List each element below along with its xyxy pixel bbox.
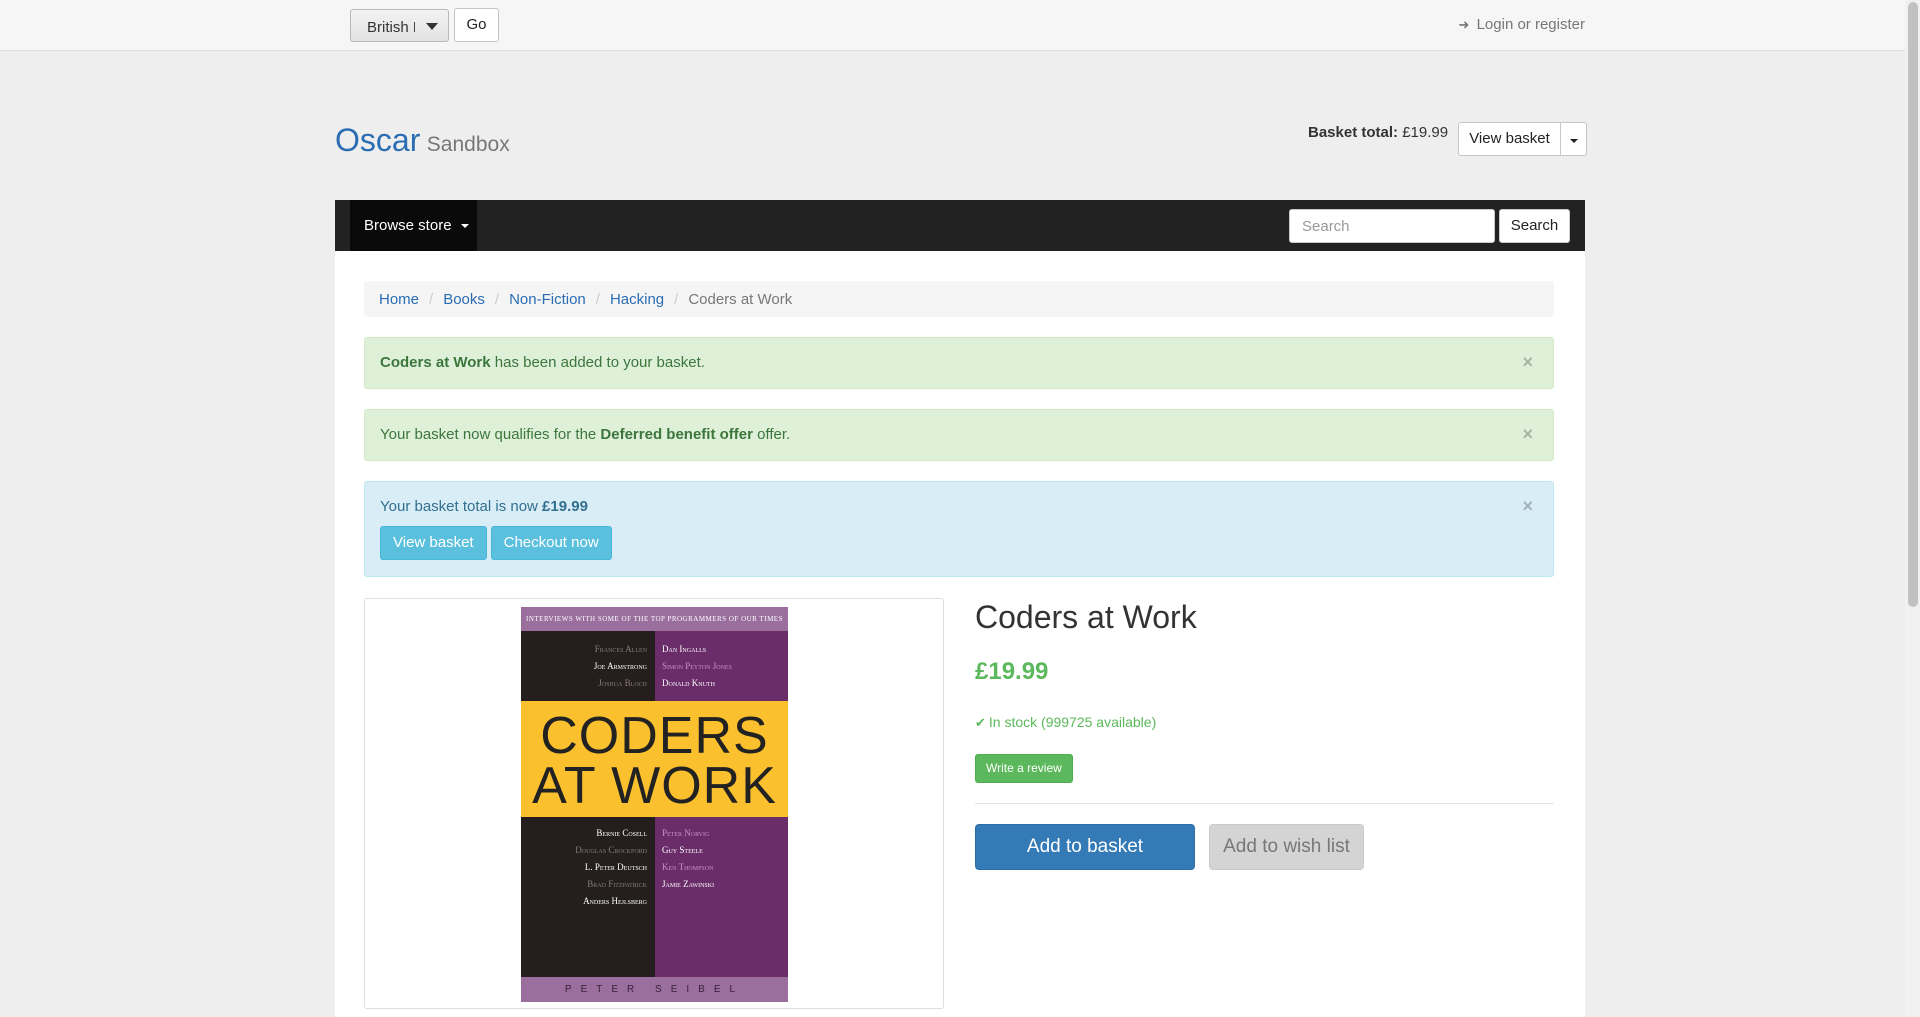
alert-text-pre: Your basket now qualifies for the (380, 426, 601, 443)
breadcrumb: Home / Books / Non-Fiction / Hacking / C… (364, 281, 1554, 317)
cover-name: Bernie Cosell (596, 828, 647, 838)
alert-text: has been added to your basket. (490, 354, 705, 371)
alert-offer: Your basket now qualifies for the Deferr… (364, 409, 1554, 461)
alert-message: Your basket now qualifies for the Deferr… (380, 426, 790, 443)
caret-down-icon (426, 23, 438, 30)
alert-actions: View basket Checkout now (380, 526, 612, 560)
cover-names-bottom-right: Peter Norvig Guy Steele Ken Thompson Jam… (662, 825, 714, 893)
product-price: £19.99 (975, 658, 1049, 685)
language-select-value: British E (367, 19, 415, 36)
alert-basket-total: Your basket total is now £19.99 × View b… (364, 481, 1554, 577)
cover-names-top-left: Frances Allen Joe Armstrong Joshua Bloch (594, 641, 647, 692)
cover-name: Brad Fitzpatrick (587, 879, 647, 889)
product-title: Coders at Work (975, 599, 1197, 635)
alert-total-value: £19.99 (542, 498, 588, 515)
breadcrumb-books[interactable]: Books (443, 291, 485, 308)
cover-name: Anders Hejlsberg (583, 896, 647, 906)
cover-name: Douglas Crockford (575, 845, 647, 855)
cover-tagline: INTERVIEWS WITH SOME OF THE TOP PROGRAMM… (521, 607, 788, 631)
scrollbar-thumb[interactable] (1908, 2, 1918, 607)
write-review-button[interactable]: Write a review (975, 754, 1073, 783)
breadcrumb-hacking[interactable]: Hacking (610, 291, 664, 308)
alert-product-name: Coders at Work (380, 354, 491, 371)
alert-added-to-basket: Coders at Work has been added to your ba… (364, 337, 1554, 389)
login-register-label: Login or register (1476, 16, 1585, 33)
cover-title-line2: AT WORK (532, 757, 777, 815)
cover-names-bottom-left: Bernie Cosell Douglas Crockford L. Peter… (575, 825, 647, 910)
divider (975, 803, 1554, 804)
sign-in-icon: ➜ (1458, 17, 1470, 32)
product-image-box: INTERVIEWS WITH SOME OF THE TOP PROGRAMM… (364, 598, 944, 1009)
basket-total-value: £19.99 (1402, 124, 1449, 141)
cover-name: Jamie Zawinski (662, 879, 715, 889)
view-basket-group: View basket (1458, 122, 1587, 156)
alert-checkout-button[interactable]: Checkout now (490, 526, 612, 560)
availability: ✔ In stock (999725 available) (975, 714, 1156, 731)
breadcrumb-separator: / (494, 290, 500, 308)
cover-name: Frances Allen (594, 644, 647, 654)
alert-text-post: offer. (752, 426, 791, 443)
cover-name: Ken Thompson (662, 862, 714, 872)
brand[interactable]: Oscar Sandbox (335, 122, 510, 159)
breadcrumb-separator: / (429, 290, 434, 308)
language-select[interactable]: British E (350, 9, 449, 42)
content-panel: Home / Books / Non-Fiction / Hacking / C… (335, 251, 1585, 1017)
cover-name: Guy Steele (662, 845, 703, 855)
cover-name: Dan Ingalls (662, 644, 707, 654)
add-to-basket-button[interactable]: Add to basket (975, 824, 1195, 870)
basket-total-label: Basket total: (1308, 124, 1399, 141)
page-scrollbar[interactable] (1905, 0, 1920, 1017)
go-button[interactable]: Go (454, 8, 499, 42)
basket-dropdown-toggle[interactable] (1561, 122, 1587, 156)
view-basket-button[interactable]: View basket (1458, 122, 1561, 156)
availability-text: In stock (999725 available) (988, 714, 1157, 730)
caret-down-icon (460, 224, 469, 229)
cover-name: Donald Knuth (662, 678, 715, 688)
browse-store-dropdown[interactable]: Browse store (350, 200, 477, 251)
main-navbar: Browse store Search (335, 200, 1585, 251)
cover-names-top-right: Dan Ingalls Simon Peyton Jones Donald Kn… (662, 641, 732, 692)
login-register-link[interactable]: ➜ Login or register (1458, 16, 1585, 33)
cover-name: Joe Armstrong (593, 661, 647, 671)
brand-subtitle: Sandbox (426, 133, 510, 156)
cover-title-band: CODERS AT WORK (521, 701, 788, 817)
product-cover-image[interactable]: INTERVIEWS WITH SOME OF THE TOP PROGRAMM… (521, 607, 788, 1002)
breadcrumb-current: Coders at Work (688, 290, 793, 308)
search-input[interactable] (1289, 209, 1495, 243)
cover-name: Joshua Bloch (598, 678, 647, 688)
cover-author: PETER SEIBEL (521, 977, 788, 1002)
browse-store-label: Browse store (364, 217, 452, 234)
brand-name[interactable]: Oscar (335, 122, 420, 158)
breadcrumb-non-fiction[interactable]: Non-Fiction (509, 291, 586, 308)
close-icon[interactable]: × (1522, 352, 1533, 373)
top-bar: British E Go ➜ Login or register (0, 0, 1920, 51)
close-icon[interactable]: × (1522, 424, 1533, 445)
breadcrumb-separator: / (595, 290, 600, 308)
alert-text-pre: Your basket total is now (380, 498, 543, 515)
alert-message: Coders at Work has been added to your ba… (380, 354, 705, 371)
check-icon: ✔ (975, 715, 986, 730)
cover-name: L. Peter Deutsch (584, 862, 647, 872)
breadcrumb-separator: / (674, 290, 679, 308)
add-to-wishlist-button[interactable]: Add to wish list (1209, 824, 1364, 870)
alert-offer-name: Deferred benefit offer (600, 426, 753, 443)
alert-view-basket-button[interactable]: View basket (380, 526, 487, 560)
cover-title-line1: CODERS (540, 707, 769, 765)
breadcrumb-home[interactable]: Home (379, 291, 419, 308)
cover-name: Simon Peyton Jones (662, 661, 732, 671)
cover-name: Peter Norvig (662, 828, 710, 838)
search-button[interactable]: Search (1499, 209, 1570, 243)
close-icon[interactable]: × (1522, 496, 1533, 517)
alert-message: Your basket total is now £19.99 (380, 498, 588, 515)
basket-total: Basket total: £19.99 (1308, 124, 1448, 141)
